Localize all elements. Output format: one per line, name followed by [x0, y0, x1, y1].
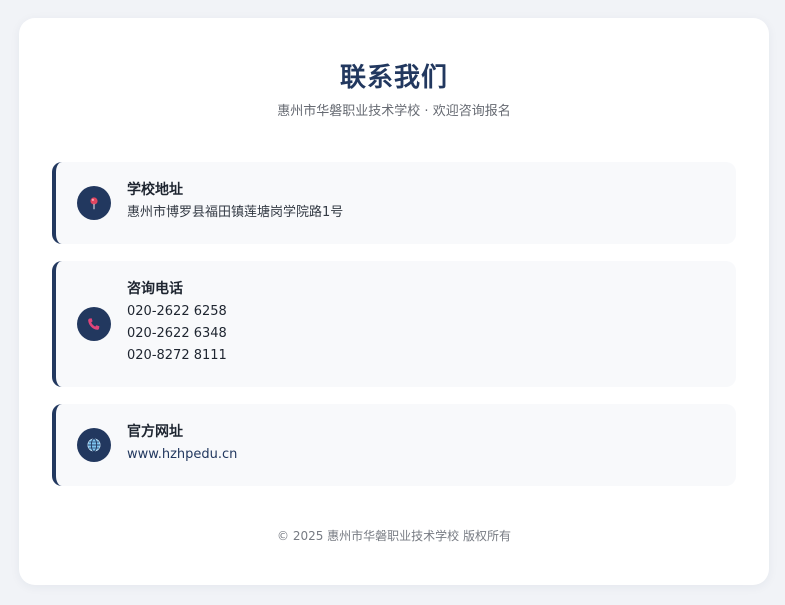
address-label: 学校地址 [127, 182, 183, 198]
location-pin-icon [77, 186, 111, 220]
contact-card: 联系我们 惠州市华磐职业技术学校 · 欢迎咨询报名 学校地址 惠州市博罗县福田镇… [19, 18, 769, 585]
address-value: 惠州市博罗县福田镇莲塘岗学院路1号 [127, 205, 344, 220]
phone-number[interactable]: 020-8272 8111 [127, 345, 720, 367]
globe-icon [77, 428, 111, 462]
phone-item: 咨询电话 020-2622 6258 020-2622 6348 020-827… [52, 261, 736, 387]
phone-icon [77, 307, 111, 341]
footer-copyright: © 2025 惠州市华磐职业技术学校 版权所有 [277, 529, 511, 543]
page-title: 联系我们 [339, 63, 448, 93]
website-label: 官方网址 [127, 424, 183, 440]
phone-label: 咨询电话 [127, 281, 183, 297]
page-subtitle: 惠州市华磐职业技术学校 · 欢迎咨询报名 [277, 104, 511, 119]
phone-number[interactable]: 020-2622 6258 [127, 301, 720, 323]
website-item: 官方网址 www.hzhpedu.cn [52, 404, 736, 486]
website-link[interactable]: www.hzhpedu.cn [127, 444, 720, 466]
address-item: 学校地址 惠州市博罗县福田镇莲塘岗学院路1号 [52, 162, 736, 244]
phone-number[interactable]: 020-2622 6348 [127, 323, 720, 345]
